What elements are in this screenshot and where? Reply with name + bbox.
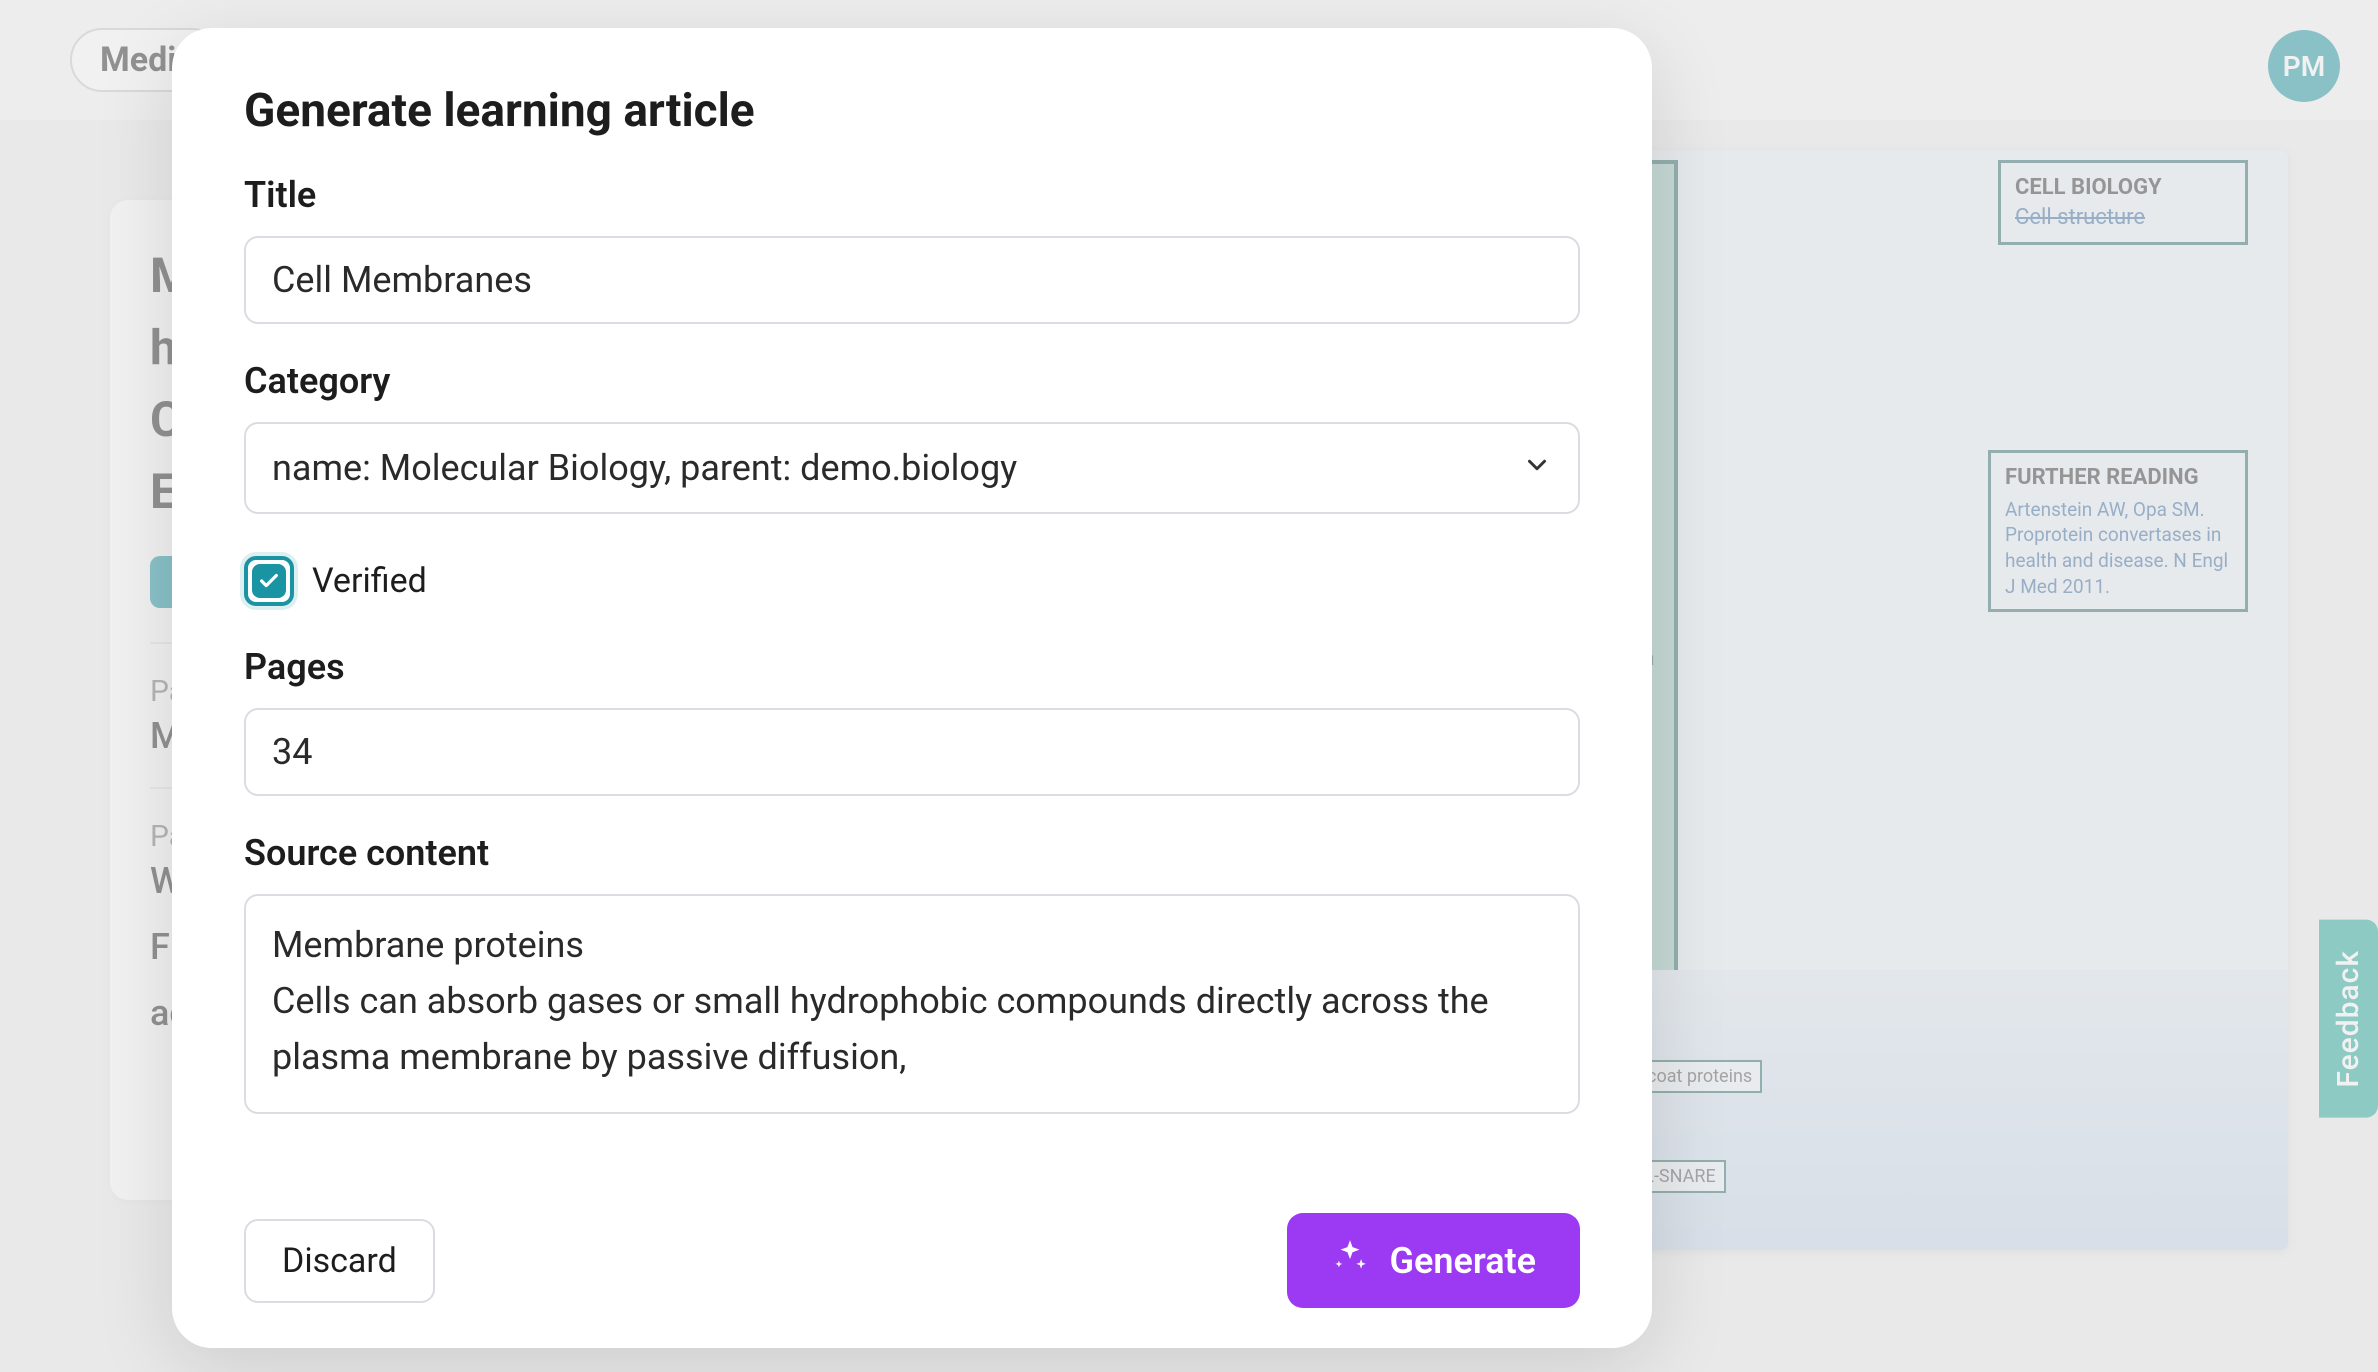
category-label: Category (244, 360, 1580, 402)
generate-article-modal: Generate learning article Title Category… (172, 28, 1652, 1348)
source-content-field: Source content (244, 832, 1580, 1118)
sparkle-icon (1331, 1237, 1369, 1284)
title-field: Title (244, 174, 1580, 324)
pages-field: Pages (244, 646, 1580, 796)
check-icon (252, 564, 286, 598)
category-field: Category name: Molecular Biology, parent… (244, 360, 1580, 514)
chevron-down-icon (1522, 447, 1552, 489)
discard-button[interactable]: Discard (244, 1219, 435, 1303)
generate-button-label: Generate (1389, 1240, 1536, 1282)
category-selected-value: name: Molecular Biology, parent: demo.bi… (272, 447, 1017, 489)
title-input[interactable] (244, 236, 1580, 324)
verified-field: Verified (244, 556, 1580, 606)
pages-input[interactable] (244, 708, 1580, 796)
source-content-textarea[interactable] (244, 894, 1580, 1114)
verified-checkbox[interactable] (244, 556, 294, 606)
pages-label: Pages (244, 646, 1580, 688)
modal-heading: Generate learning article (244, 84, 1580, 138)
generate-button[interactable]: Generate (1287, 1213, 1580, 1308)
modal-footer: Discard Generate (244, 1185, 1580, 1308)
title-label: Title (244, 174, 1580, 216)
source-content-label: Source content (244, 832, 1580, 874)
verified-label: Verified (312, 561, 427, 601)
category-select[interactable]: name: Molecular Biology, parent: demo.bi… (244, 422, 1580, 514)
